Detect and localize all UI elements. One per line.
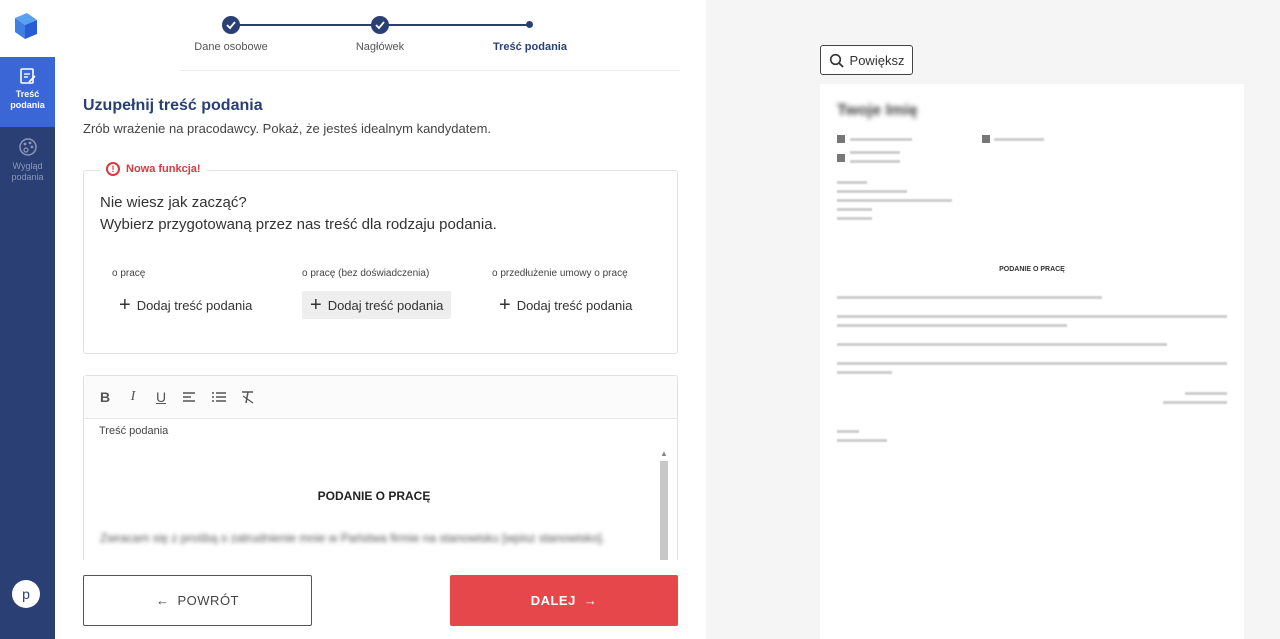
- next-button[interactable]: DALEJ →: [450, 575, 678, 626]
- preview-name: Twoje Imię: [837, 102, 918, 119]
- align-left-icon[interactable]: [181, 388, 199, 406]
- step-label-naglowek[interactable]: Nagłówek: [340, 41, 420, 54]
- back-button-label: POWRÓT: [177, 593, 239, 608]
- editor-scrollbar[interactable]: [660, 461, 668, 564]
- editor-toolbar: B I U: [84, 376, 677, 419]
- preview-line: [837, 439, 887, 442]
- avatar[interactable]: p: [12, 580, 40, 608]
- preview-line: [850, 160, 900, 163]
- arrow-right-icon: →: [583, 593, 598, 608]
- email-icon: [837, 135, 845, 143]
- sidebar-item-wyglad-podania[interactable]: Wygląd podania: [0, 127, 55, 197]
- location-icon: [837, 154, 845, 162]
- sidebar-item-label: Treść podania: [10, 89, 45, 110]
- clear-format-icon[interactable]: [239, 388, 257, 406]
- preview-line: [994, 138, 1044, 141]
- editor-label: Treść podania: [99, 425, 169, 437]
- preview-line: [837, 343, 1167, 346]
- step-label-tresc-podania: Treść podania: [493, 41, 567, 53]
- bold-icon[interactable]: B: [96, 388, 114, 406]
- zoom-button[interactable]: Powiększ: [820, 45, 913, 75]
- bullet-list-icon[interactable]: [210, 388, 228, 406]
- step-completed-icon[interactable]: [222, 16, 240, 34]
- edit-document-icon: [19, 68, 36, 84]
- progress-stepper: Dane osobowe Nagłówek Treść podania: [180, 14, 580, 74]
- preview-line: [837, 190, 907, 193]
- editor-body-text[interactable]: Zwracam się z prośbą o zatrudnienie mnie…: [100, 531, 646, 557]
- sidebar: Treść podania Wygląd podania p: [0, 0, 55, 639]
- add-content-button-o-prace[interactable]: + Dodaj treść podania: [111, 291, 260, 319]
- palette-icon: [18, 138, 37, 156]
- plus-icon: +: [499, 294, 511, 316]
- sidebar-item-label: Wygląd podania: [11, 161, 44, 182]
- next-button-label: DALEJ: [530, 593, 576, 608]
- step-current-icon: [526, 21, 533, 28]
- preview-line: [837, 430, 859, 433]
- scroll-up-icon[interactable]: ▲: [660, 449, 668, 458]
- back-button[interactable]: ← POWRÓT: [83, 575, 312, 626]
- plus-icon: +: [310, 294, 322, 316]
- card-question: Nie wiesz jak zacząć?: [100, 194, 247, 211]
- plus-icon: +: [119, 294, 131, 316]
- zoom-button-label: Powiększ: [849, 52, 905, 68]
- page-subtitle: Zrób wrażenie na pracodawcy. Pokaż, że j…: [83, 121, 492, 136]
- preview-line: [837, 296, 1102, 299]
- logo-area: [0, 0, 55, 57]
- editor-document-title: PODANIE O PRACĘ: [317, 489, 431, 503]
- preview-line: [850, 151, 900, 154]
- new-feature-label: Nowa funkcja!: [126, 163, 201, 175]
- new-feature-badge: ! Nowa funkcja!: [100, 162, 207, 176]
- preview-line: [1185, 392, 1227, 395]
- preview-line: [837, 217, 872, 220]
- option-label-bez-doswiadczenia: o pracę (bez doświadczenia): [302, 268, 430, 279]
- divider: [180, 70, 680, 71]
- add-content-label: Dodaj treść podania: [327, 297, 444, 313]
- app-logo-icon[interactable]: [13, 12, 39, 40]
- preview-line: [837, 199, 952, 202]
- add-content-label: Dodaj treść podania: [516, 297, 633, 313]
- alert-icon: !: [106, 162, 120, 176]
- add-content-label: Dodaj treść podania: [136, 297, 253, 313]
- option-label-przedluzenie: o przedłużenie umowy o pracę: [492, 268, 628, 279]
- preview-line: [850, 138, 912, 141]
- preview-line: [837, 315, 1227, 318]
- search-icon: [829, 53, 844, 68]
- preview-document-title: PODANIE O PRACĘ: [999, 266, 1065, 273]
- preview-line: [837, 371, 892, 374]
- preview-line: [837, 362, 1227, 365]
- underline-icon[interactable]: U: [152, 388, 170, 406]
- preview-line: [1163, 401, 1227, 404]
- step-completed-icon[interactable]: [371, 16, 389, 34]
- stepper-line: [230, 24, 380, 26]
- step-label-dane-osobowe[interactable]: Dane osobowe: [191, 41, 271, 54]
- option-label-o-prace: o pracę: [112, 268, 146, 279]
- italic-icon[interactable]: I: [124, 388, 142, 406]
- page-title: Uzupełnij treść podania: [83, 97, 263, 114]
- arrow-left-icon: ←: [156, 593, 170, 608]
- add-content-button-bez-doswiadczenia[interactable]: + Dodaj treść podania: [302, 291, 452, 319]
- card-instruction: Wybierz przygotowaną przez nas treść dla…: [100, 216, 497, 233]
- sidebar-item-tresc-podania[interactable]: Treść podania: [0, 57, 55, 127]
- preview-line: [837, 324, 1067, 327]
- preview-line: [837, 208, 872, 211]
- document-preview[interactable]: Twoje Imię PODANIE O PRACĘ: [820, 84, 1244, 639]
- add-content-button-przedluzenie[interactable]: + Dodaj treść podania: [491, 291, 640, 319]
- preview-line: [837, 181, 867, 184]
- phone-icon: [982, 135, 990, 143]
- stepper-line: [380, 24, 527, 26]
- rich-text-editor[interactable]: B I U Treść podania PODANIE O PRACĘ Zwra…: [83, 375, 678, 565]
